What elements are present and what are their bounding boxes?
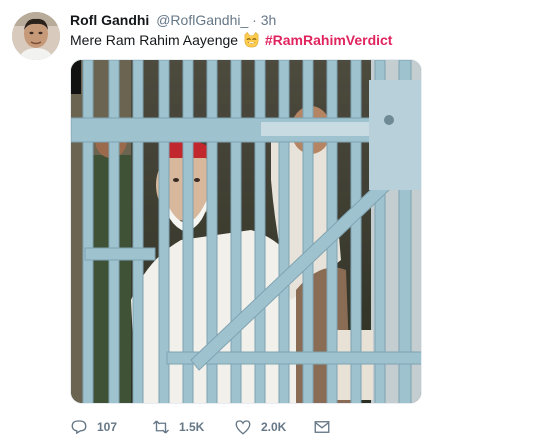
user-handle[interactable]: @RoflGandhi_ — [156, 12, 248, 28]
tweet-body: Mere Ram Rahim Aayenge — [70, 32, 239, 48]
hashtag-link[interactable]: #RamRahimVerdict — [265, 32, 393, 48]
direct-message-button[interactable] — [313, 418, 331, 436]
tweet-photo[interactable] — [70, 59, 422, 404]
timestamp[interactable]: 3h — [261, 12, 277, 28]
profile-photo — [12, 12, 60, 60]
like-count: 2.0K — [261, 420, 287, 434]
tweet-header: Rofl Gandhi @RoflGandhi_ · 3h — [70, 11, 276, 29]
reply-count: 107 — [97, 420, 118, 434]
tweet[interactable]: Rofl Gandhi @RoflGandhi_ · 3h Mere Ram R… — [0, 0, 552, 443]
reply-icon — [70, 418, 88, 436]
smirk-cat-emoji-icon — [243, 31, 260, 53]
tweet-text: Mere Ram Rahim Aayenge #RamRahimVerdict — [70, 30, 392, 53]
jail-photo-image — [71, 60, 421, 403]
like-button[interactable]: 2.0K — [234, 418, 286, 436]
avatar[interactable] — [12, 12, 60, 60]
heart-icon — [234, 418, 252, 436]
reply-button[interactable]: 107 — [70, 418, 117, 436]
envelope-icon — [313, 418, 331, 436]
retweet-icon — [152, 418, 170, 436]
retweet-button[interactable]: 1.5K — [152, 418, 204, 436]
separator-dot: · — [252, 12, 257, 28]
display-name[interactable]: Rofl Gandhi — [70, 12, 149, 28]
retweet-count: 1.5K — [179, 420, 205, 434]
